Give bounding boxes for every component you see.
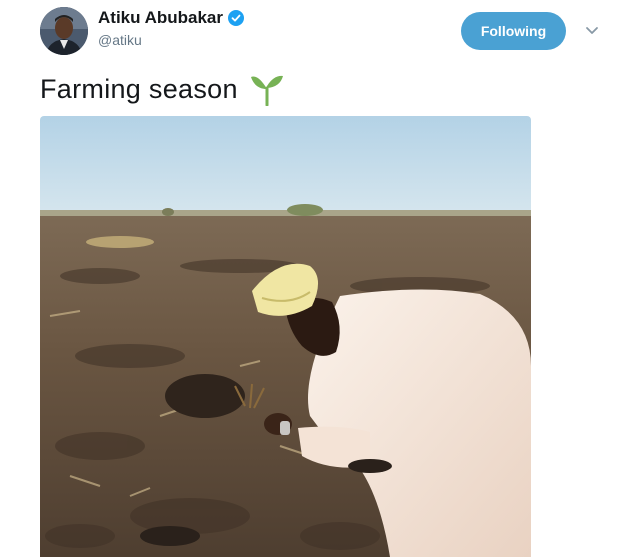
author-name-row[interactable]: Atiku Abubakar — [98, 8, 245, 28]
avatar[interactable] — [40, 7, 88, 55]
following-button[interactable]: Following — [461, 12, 566, 50]
seedling-icon — [250, 72, 284, 107]
verified-badge-icon — [228, 10, 245, 26]
tweet-text: Farming season — [40, 72, 284, 107]
tweet-photo[interactable] — [40, 116, 531, 557]
tweet-text-content: Farming season — [40, 73, 238, 104]
chevron-down-icon[interactable] — [584, 24, 600, 36]
author-display-name[interactable]: Atiku Abubakar — [98, 8, 223, 28]
author-handle[interactable]: @atiku — [98, 32, 142, 48]
